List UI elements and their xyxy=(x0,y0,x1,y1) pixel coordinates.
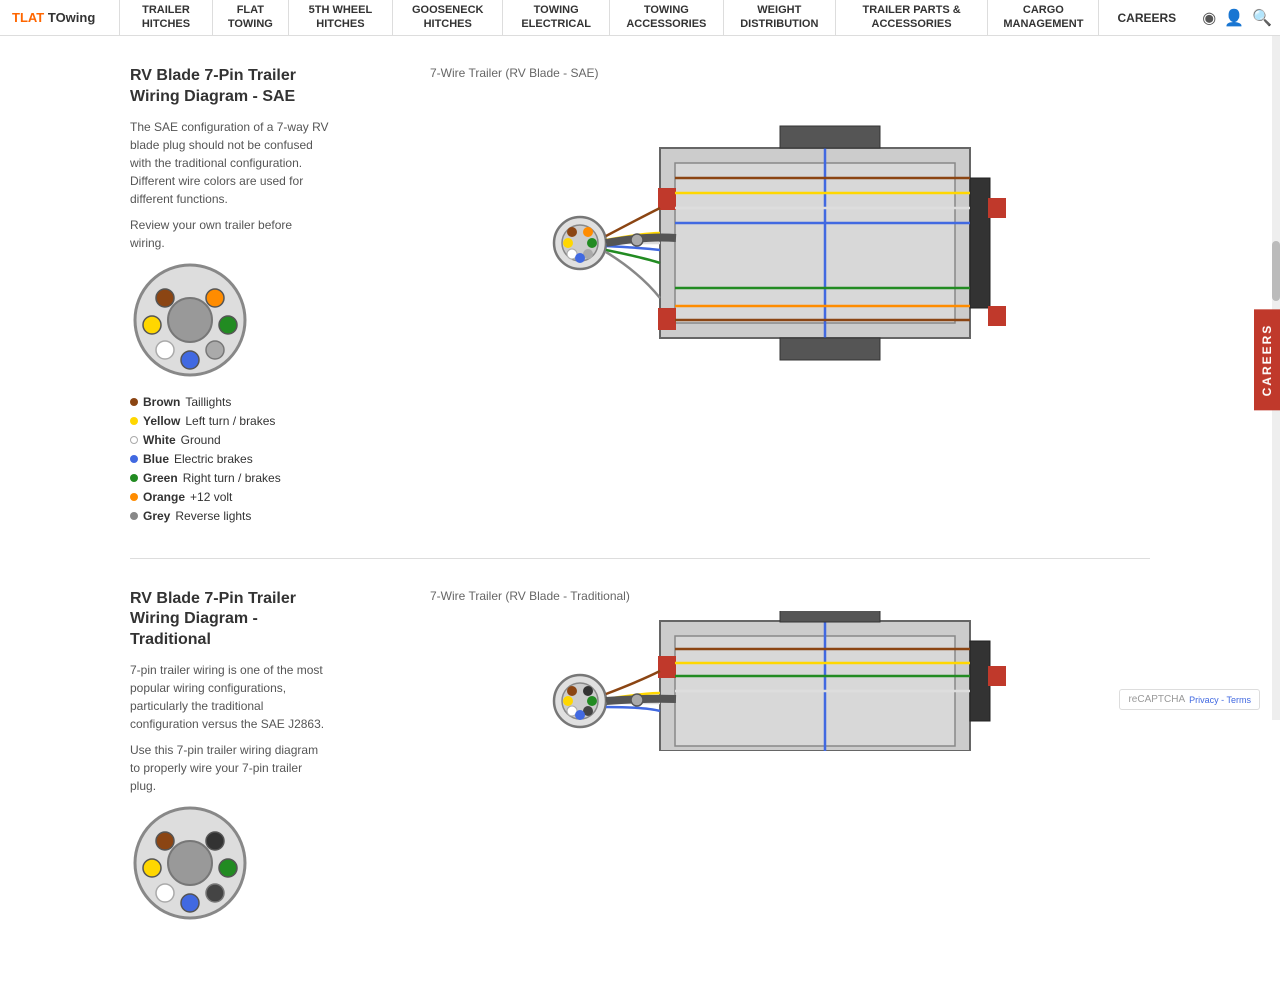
wire-green: Green Right turn / brakes xyxy=(130,471,330,485)
trailer-wiring-svg-sae xyxy=(490,88,1030,368)
nav-5th-wheel[interactable]: 5TH WHEEL HITCHES xyxy=(289,0,393,35)
nav-careers[interactable]: CAREERS xyxy=(1100,0,1195,35)
nav-trailer-hitches[interactable]: TRAILER HITCHES xyxy=(120,0,213,35)
careers-side-tab[interactable]: CAREERS xyxy=(1254,310,1280,411)
section-sae-desc2: Review your own trailer before wiring. xyxy=(130,216,330,252)
nav-icons: ◉ 👤 🔍 xyxy=(1194,0,1280,35)
section-sae-right: 7-Wire Trailer (RV Blade - SAE) xyxy=(370,66,1150,368)
site-logo[interactable]: TLAT TOwing xyxy=(0,0,120,35)
wire-blue: Blue Electric brakes xyxy=(130,452,330,466)
nav-items-container: TRAILER HITCHES FLAT TOWING 5TH WHEEL HI… xyxy=(120,0,1100,35)
wire-brown: Brown Taillights xyxy=(130,395,330,409)
section-traditional-title: RV Blade 7-Pin Trailer Wiring Diagram - … xyxy=(130,589,330,651)
section-traditional-desc2: Use this 7-pin trailer wiring diagram to… xyxy=(130,741,330,795)
section-sae-desc1: The SAE configuration of a 7-way RV blad… xyxy=(130,118,330,208)
section-divider xyxy=(130,558,1150,559)
nav-weight-distribution[interactable]: WEIGHT DISTRIBUTION xyxy=(724,0,836,35)
recaptcha-badge: reCAPTCHA Privacy - Terms xyxy=(1119,689,1260,710)
section-sae-title: RV Blade 7-Pin Trailer Wiring Diagram - … xyxy=(130,66,330,108)
section-sae-left: RV Blade 7-Pin Trailer Wiring Diagram - … xyxy=(130,66,330,528)
nav-gooseneck[interactable]: GOOSENECK HITCHES xyxy=(393,0,503,35)
section-traditional: RV Blade 7-Pin Trailer Wiring Diagram - … xyxy=(130,589,1150,926)
main-nav: TLAT TOwing TRAILER HITCHES FLAT TOWING … xyxy=(0,0,1280,36)
user-icon[interactable]: 👤 xyxy=(1224,8,1244,28)
recaptcha-privacy[interactable]: Privacy - Terms xyxy=(1189,695,1251,705)
section-traditional-left: RV Blade 7-Pin Trailer Wiring Diagram - … xyxy=(130,589,330,926)
plug-diagram-traditional xyxy=(130,803,250,923)
wire-orange: Orange +12 volt xyxy=(130,490,330,504)
wire-grey: Grey Reverse lights xyxy=(130,509,330,523)
search-icon[interactable]: 🔍 xyxy=(1252,8,1272,28)
plug-diagram-sae xyxy=(130,260,250,380)
wire-yellow: Yellow Left turn / brakes xyxy=(130,414,330,428)
traditional-diagram-label: 7-Wire Trailer (RV Blade - Traditional) xyxy=(430,589,630,603)
location-icon[interactable]: ◉ xyxy=(1202,8,1216,28)
wire-white: White Ground xyxy=(130,433,330,447)
trailer-wiring-svg-traditional xyxy=(490,611,1030,751)
section-traditional-desc1: 7-pin trailer wiring is one of the most … xyxy=(130,661,330,733)
nav-cargo-management[interactable]: CARGO MANAGEMENT xyxy=(988,0,1099,35)
wire-legend-sae: Brown Taillights Yellow Left turn / brak… xyxy=(130,395,330,523)
recaptcha-label: reCAPTCHA xyxy=(1128,694,1185,705)
nav-towing-electrical[interactable]: TOWING ELECTRICAL xyxy=(503,0,610,35)
scrollbar-thumb[interactable] xyxy=(1272,241,1280,301)
nav-towing-accessories[interactable]: TOWING ACCESSORIES xyxy=(610,0,724,35)
section-sae: RV Blade 7-Pin Trailer Wiring Diagram - … xyxy=(130,66,1150,528)
sae-diagram-label: 7-Wire Trailer (RV Blade - SAE) xyxy=(430,66,599,80)
main-content: RV Blade 7-Pin Trailer Wiring Diagram - … xyxy=(110,36,1170,986)
section-traditional-right: 7-Wire Trailer (RV Blade - Traditional) xyxy=(370,589,1150,751)
nav-flat-towing[interactable]: FLAT TOWING xyxy=(213,0,289,35)
nav-trailer-parts[interactable]: TRAILER PARTS & ACCESSORIES xyxy=(836,0,988,35)
